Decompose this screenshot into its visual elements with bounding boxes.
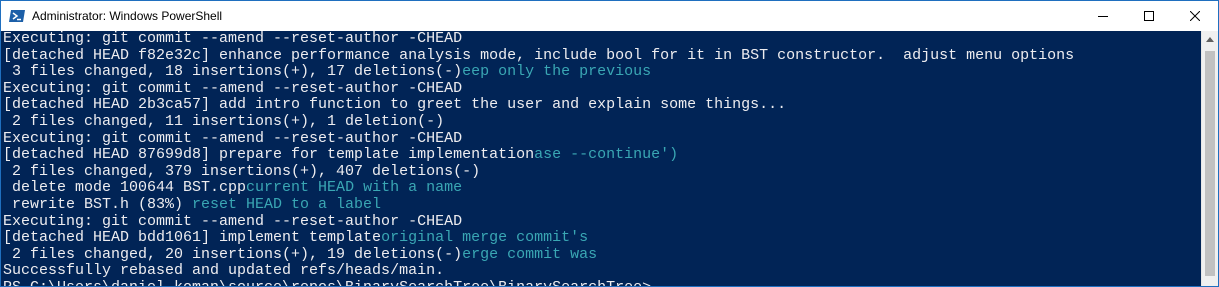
console-line-text: PS C:\Users\daniel.koman\source\repos\Bi… (3, 279, 660, 286)
console-line-text: 2 files changed, 11 insertions(+), 1 del… (3, 112, 445, 130)
console-line: 3 files changed, 18 insertions(+), 17 de… (3, 63, 1074, 81)
window-title: Administrator: Windows PowerShell (32, 9, 223, 23)
console-line-text: Successfully rebased and updated refs/he… (3, 262, 445, 280)
console-line-overlay-text: reset HEAD to a label (192, 195, 382, 213)
console-line-text: Executing: git commit --amend --reset-au… (3, 212, 463, 230)
console-line-text: 3 files changed, 18 insertions(+), 17 de… (3, 63, 463, 81)
console-line-overlay-text: eep only the previous (462, 63, 652, 81)
console-line-text: 2 files changed, 379 insertions(+), 407 … (3, 162, 481, 180)
console-line: Executing: git commit --amend --reset-au… (3, 31, 1074, 48)
console-line-text: [detached HEAD 2b3ca57] add intro functi… (3, 96, 787, 114)
console-line-overlay-text: ase --continue') (534, 146, 679, 164)
console-lines: Executing: git commit --amend --reset-au… (3, 31, 1075, 286)
maximize-button[interactable] (1126, 1, 1172, 31)
console-line-text: delete mode 100644 BST.cpp (3, 179, 247, 197)
console-line-text: Executing: git commit --amend --reset-au… (3, 31, 463, 47)
console-line: [detached HEAD f82e32c] enhance performa… (3, 46, 1075, 65)
maximize-icon (1144, 11, 1154, 21)
console-line: [detached HEAD 2b3ca57] add intro functi… (3, 97, 1074, 114)
console-line-text: [detached HEAD bdd1061] implement templa… (3, 229, 382, 247)
close-button[interactable] (1172, 1, 1218, 31)
powershell-icon (9, 8, 25, 24)
scrollbar-thumb[interactable] (1205, 51, 1215, 276)
console-line-overlay-text: original merge commit's (381, 229, 589, 247)
powershell-window: Administrator: Windows PowerShell Execut… (0, 0, 1219, 287)
console-line-text: Executing: git commit --amend --reset-au… (3, 129, 463, 147)
console-line-text: [detached HEAD f82e32c] enhance performa… (3, 46, 1075, 64)
console-line: 2 files changed, 11 insertions(+), 1 del… (3, 112, 1074, 131)
console-line: delete mode 100644 BST.cppcurrent HEAD w… (3, 180, 1074, 197)
console-line: Successfully rebased and updated refs/he… (3, 263, 1074, 280)
close-icon (1190, 11, 1200, 21)
console-line-overlay-text: current HEAD with a name (246, 179, 463, 197)
console-line-text: [detached HEAD 87699d8] prepare for temp… (3, 146, 535, 164)
vertical-scrollbar[interactable] (1201, 31, 1218, 286)
console-line: PS C:\Users\daniel.koman\source\repos\Bi… (3, 279, 1074, 286)
console-line-overlay-text: erge commit was (462, 245, 598, 263)
console-line: [detached HEAD bdd1061] implement templa… (3, 229, 1074, 247)
console-line: Executing: git commit --amend --reset-au… (3, 79, 1074, 98)
minimize-icon (1098, 11, 1108, 21)
console-line: Executing: git commit --amend --reset-au… (3, 212, 1074, 231)
console-line-text: rewrite BST.h (83%) (3, 195, 193, 213)
scroll-up-arrow-icon[interactable] (1202, 31, 1218, 48)
console-line: Executing: git commit --amend --reset-au… (3, 129, 1074, 148)
console-line: 2 files changed, 20 insertions(+), 19 de… (3, 245, 1074, 264)
window-controls (1080, 1, 1218, 31)
console-line: 2 files changed, 379 insertions(+), 407 … (3, 162, 1074, 181)
console-output[interactable]: Executing: git commit --amend --reset-au… (1, 31, 1202, 286)
console-line: rewrite BST.h (83%) reset HEAD to a labe… (3, 195, 1074, 214)
title-bar[interactable]: Administrator: Windows PowerShell (1, 1, 1218, 31)
minimize-button[interactable] (1080, 1, 1126, 31)
console-line: [detached HEAD 87699d8] prepare for temp… (3, 146, 1074, 164)
console-line-text: 2 files changed, 20 insertions(+), 19 de… (3, 245, 463, 263)
console-line-text: Executing: git commit --amend --reset-au… (3, 79, 463, 97)
